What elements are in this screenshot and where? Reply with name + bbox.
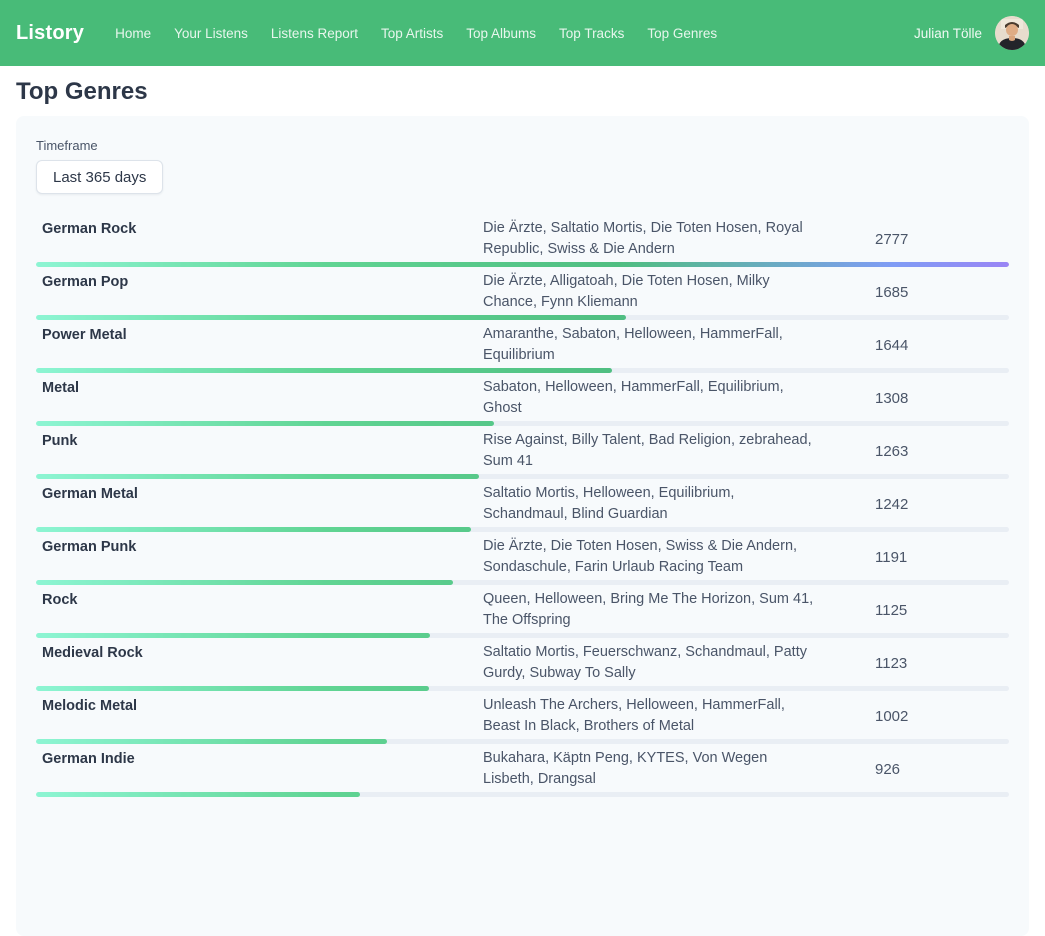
genre-row-content: Power MetalAmaranthe, Sabaton, Helloween… — [36, 324, 1009, 366]
genre-name: Punk — [36, 430, 483, 452]
genre-artists: Queen, Helloween, Bring Me The Horizon, … — [483, 589, 819, 631]
genre-bar-track — [36, 262, 1009, 267]
genre-artists: Saltatio Mortis, Helloween, Equilibrium,… — [483, 483, 819, 525]
nav-link-top-genres[interactable]: Top Genres — [647, 26, 717, 41]
genre-bar — [36, 686, 429, 691]
genre-artists: Sabaton, Helloween, HammerFall, Equilibr… — [483, 377, 819, 419]
genre-row-content: Melodic MetalUnleash The Archers, Hellow… — [36, 695, 1009, 737]
genre-row-content: PunkRise Against, Billy Talent, Bad Reli… — [36, 430, 1009, 472]
genre-artists: Die Ärzte, Saltatio Mortis, Die Toten Ho… — [483, 218, 819, 260]
genre-artists: Amaranthe, Sabaton, Helloween, HammerFal… — [483, 324, 819, 366]
genre-row-content: Medieval RockSaltatio Mortis, Feuerschwa… — [36, 642, 1009, 684]
nav-link-listens-report[interactable]: Listens Report — [271, 26, 358, 41]
genre-name: Power Metal — [36, 324, 483, 346]
user-avatar[interactable] — [995, 16, 1029, 50]
genre-artists: Bukahara, Käptn Peng, KYTES, Von Wegen L… — [483, 748, 819, 790]
user-photo-icon — [995, 16, 1029, 50]
nav-link-home[interactable]: Home — [115, 26, 151, 41]
genre-artists: Die Ärzte, Die Toten Hosen, Swiss & Die … — [483, 536, 819, 578]
genre-row-content: German RockDie Ärzte, Saltatio Mortis, D… — [36, 218, 1009, 260]
genre-bar — [36, 262, 1009, 267]
genre-name: German Metal — [36, 483, 483, 505]
genre-row-content: German PunkDie Ärzte, Die Toten Hosen, S… — [36, 536, 1009, 578]
genre-bar — [36, 580, 453, 585]
genre-bar-track — [36, 527, 1009, 532]
genre-bar-track — [36, 315, 1009, 320]
genre-bar — [36, 633, 430, 638]
genre-row: MetalSabaton, Helloween, HammerFall, Equ… — [36, 373, 1009, 426]
genre-listen-count: 1308 — [819, 390, 1009, 407]
genre-row-content: RockQueen, Helloween, Bring Me The Horiz… — [36, 589, 1009, 631]
genre-row: German MetalSaltatio Mortis, Helloween, … — [36, 479, 1009, 532]
genre-row: German RockDie Ärzte, Saltatio Mortis, D… — [36, 214, 1009, 267]
genre-bar — [36, 421, 494, 426]
genre-listen-count: 1125 — [819, 602, 1009, 619]
genre-artists: Saltatio Mortis, Feuerschwanz, Schandmau… — [483, 642, 819, 684]
genre-name: German Indie — [36, 748, 483, 770]
genre-row: PunkRise Against, Billy Talent, Bad Reli… — [36, 426, 1009, 479]
timeframe-select[interactable]: Last 365 days — [36, 160, 163, 194]
genre-row: Medieval RockSaltatio Mortis, Feuerschwa… — [36, 638, 1009, 691]
genre-bar-track — [36, 633, 1009, 638]
nav-link-top-tracks[interactable]: Top Tracks — [559, 26, 624, 41]
genre-name: Melodic Metal — [36, 695, 483, 717]
genre-bar — [36, 792, 360, 797]
genre-list: German RockDie Ärzte, Saltatio Mortis, D… — [36, 214, 1009, 797]
genre-listen-count: 2777 — [819, 231, 1009, 248]
genre-row: German IndieBukahara, Käptn Peng, KYTES,… — [36, 744, 1009, 797]
genre-bar-track — [36, 739, 1009, 744]
genre-listen-count: 1191 — [819, 549, 1009, 566]
genre-bar — [36, 739, 387, 744]
genre-name: German Rock — [36, 218, 483, 240]
genre-listen-count: 1685 — [819, 284, 1009, 301]
genre-row-content: German PopDie Ärzte, Alligatoah, Die Tot… — [36, 271, 1009, 313]
navbar: Listory Home Your Listens Listens Report To… — [0, 0, 1045, 66]
genre-listen-count: 926 — [819, 761, 1009, 778]
genre-artists: Unleash The Archers, Helloween, HammerFa… — [483, 695, 819, 737]
nav-link-top-artists[interactable]: Top Artists — [381, 26, 443, 41]
genre-name: Rock — [36, 589, 483, 611]
nav-links: Home Your Listens Listens Report Top Artist… — [115, 26, 717, 41]
genre-name: German Pop — [36, 271, 483, 293]
genre-bar — [36, 368, 612, 373]
genre-row-content: MetalSabaton, Helloween, HammerFall, Equ… — [36, 377, 1009, 419]
genre-row: Power MetalAmaranthe, Sabaton, Helloween… — [36, 320, 1009, 373]
genre-name: German Punk — [36, 536, 483, 558]
genre-row: German PunkDie Ärzte, Die Toten Hosen, S… — [36, 532, 1009, 585]
genre-listen-count: 1263 — [819, 443, 1009, 460]
top-genres-card: Timeframe Last 365 days German RockDie Ä… — [16, 116, 1029, 936]
genre-bar — [36, 474, 479, 479]
main-content: Top Genres Timeframe Last 365 days Germa… — [0, 78, 1045, 936]
app-logo[interactable]: Listory — [16, 22, 84, 45]
genre-bar — [36, 315, 626, 320]
genre-bar-track — [36, 792, 1009, 797]
genre-artists: Die Ärzte, Alligatoah, Die Toten Hosen, … — [483, 271, 819, 313]
genre-bar-track — [36, 580, 1009, 585]
nav-link-top-albums[interactable]: Top Albums — [466, 26, 536, 41]
genre-row: Melodic MetalUnleash The Archers, Hellow… — [36, 691, 1009, 744]
timeframe-selected-value: Last 365 days — [53, 169, 146, 186]
timeframe-label: Timeframe — [36, 138, 1009, 153]
genre-listen-count: 1644 — [819, 337, 1009, 354]
nav-link-your-listens[interactable]: Your Listens — [174, 26, 248, 41]
genre-artists: Rise Against, Billy Talent, Bad Religion… — [483, 430, 819, 472]
user-menu-name[interactable]: Julian Tölle — [914, 26, 982, 41]
genre-bar-track — [36, 686, 1009, 691]
genre-listen-count: 1002 — [819, 708, 1009, 725]
genre-row: RockQueen, Helloween, Bring Me The Horiz… — [36, 585, 1009, 638]
genre-bar-track — [36, 421, 1009, 426]
genre-listen-count: 1242 — [819, 496, 1009, 513]
genre-listen-count: 1123 — [819, 655, 1009, 672]
genre-row-content: German IndieBukahara, Käptn Peng, KYTES,… — [36, 748, 1009, 790]
genre-bar-track — [36, 368, 1009, 373]
genre-bar — [36, 527, 471, 532]
genre-row-content: German MetalSaltatio Mortis, Helloween, … — [36, 483, 1009, 525]
genre-bar-track — [36, 474, 1009, 479]
genre-name: Metal — [36, 377, 483, 399]
genre-row: German PopDie Ärzte, Alligatoah, Die Tot… — [36, 267, 1009, 320]
genre-name: Medieval Rock — [36, 642, 483, 664]
page-title: Top Genres — [16, 78, 1029, 106]
